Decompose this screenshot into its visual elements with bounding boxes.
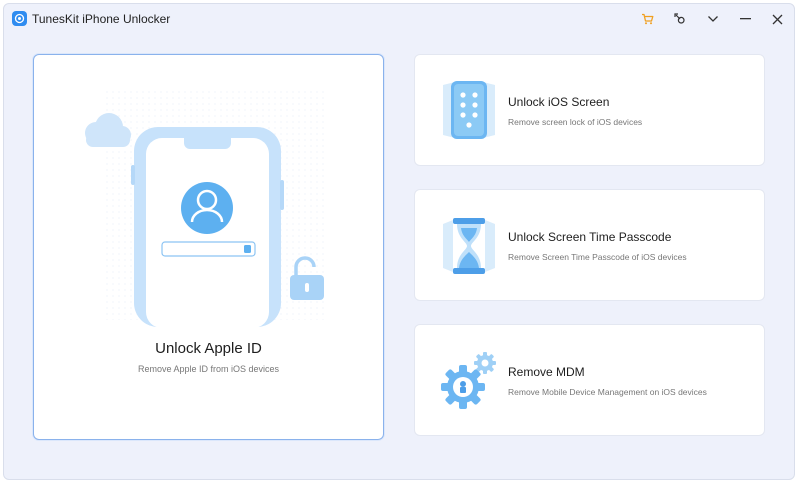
- avatar-icon: [181, 182, 233, 234]
- card-subtitle: Remove Mobile Device Management on iOS d…: [508, 387, 707, 397]
- menu-button[interactable]: [702, 9, 724, 29]
- cart-icon: [641, 13, 653, 25]
- card-subtitle: Remove Screen Time Passcode of iOS devic…: [508, 252, 687, 262]
- card-title: Unlock Screen Time Passcode: [508, 230, 672, 244]
- hourglass-icon: [443, 218, 495, 274]
- card-subtitle: Remove screen lock of iOS devices: [508, 117, 643, 127]
- card-title: Unlock Apple ID: [155, 340, 262, 357]
- chevron-down-icon: [708, 16, 718, 22]
- unlock-apple-id-card[interactable]: Unlock Apple ID Remove Apple ID from iOS…: [33, 54, 384, 440]
- card-title: Remove MDM: [508, 365, 585, 379]
- unlock-ios-screen-card[interactable]: Unlock iOS Screen Remove screen lock of …: [414, 54, 765, 166]
- gears-icon: [441, 352, 496, 409]
- card-title: Unlock iOS Screen: [508, 95, 610, 109]
- app-window: TunesKit iPhone Unlocker Unlock Apple ID…: [3, 3, 795, 480]
- window-title: TunesKit iPhone Unlocker: [32, 12, 171, 26]
- minimize-icon: [739, 18, 751, 20]
- close-icon: [772, 14, 782, 24]
- close-button[interactable]: [766, 9, 788, 29]
- minimize-button[interactable]: [734, 9, 756, 29]
- app-logo-icon: [12, 11, 27, 26]
- remove-mdm-card[interactable]: Remove MDM Remove Mobile Device Manageme…: [414, 324, 765, 436]
- feedback-icon: [674, 13, 685, 24]
- feedback-button[interactable]: [669, 9, 691, 29]
- title-bar: TunesKit iPhone Unlocker: [4, 4, 794, 34]
- password-field-graphic: [161, 241, 256, 257]
- phone-keypad-icon: [443, 81, 495, 139]
- unlock-screen-time-card[interactable]: Unlock Screen Time Passcode Remove Scree…: [414, 189, 765, 301]
- cart-button[interactable]: [636, 9, 658, 29]
- card-subtitle: Remove Apple ID from iOS devices: [137, 364, 280, 374]
- apple-id-illustration: [85, 90, 324, 328]
